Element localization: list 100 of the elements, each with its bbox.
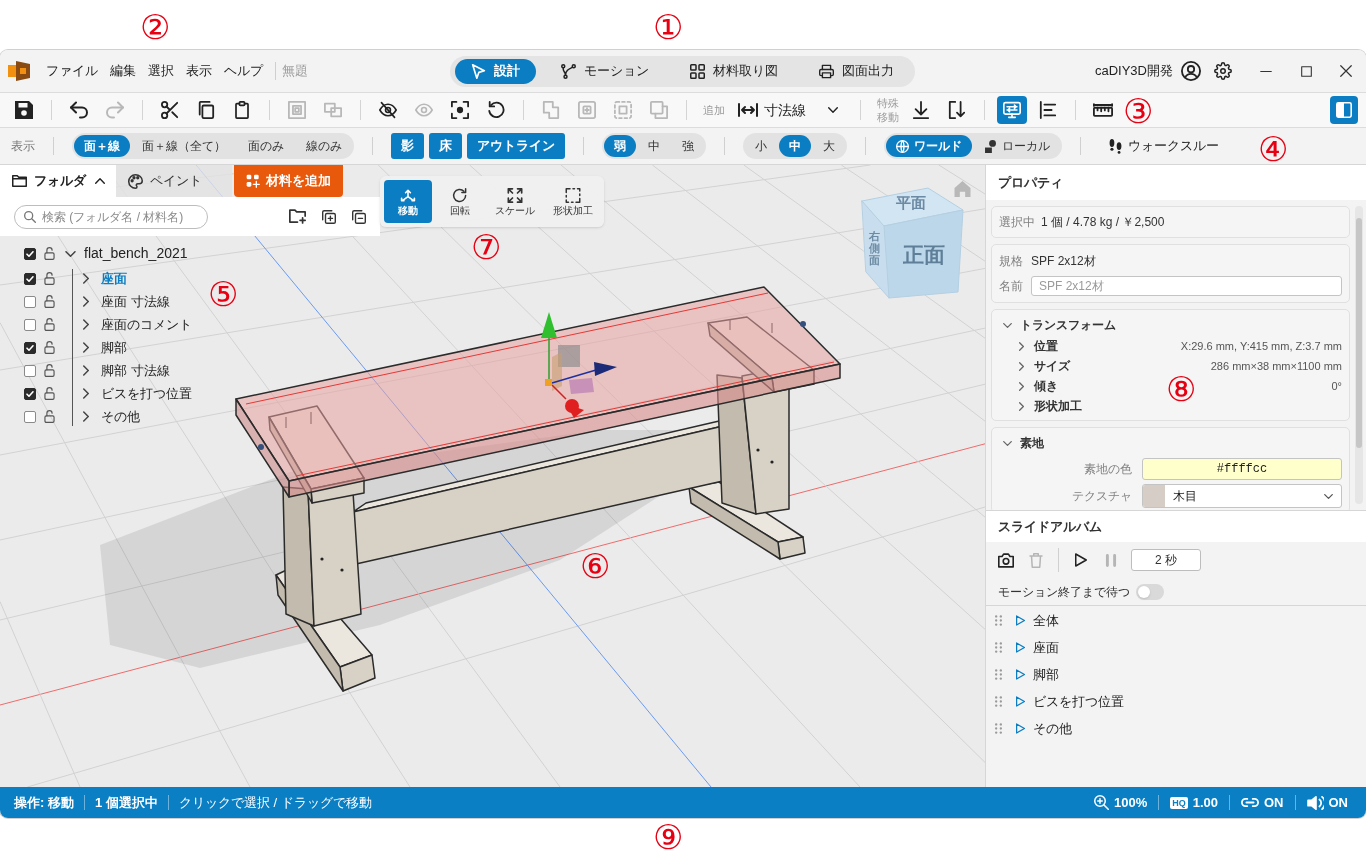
segment-option[interactable]: 小 <box>745 135 777 157</box>
lock-open-icon[interactable] <box>44 247 55 260</box>
lock-open-icon[interactable] <box>44 364 55 377</box>
transform-tool-button[interactable]: 形状加工 <box>546 180 600 223</box>
chevron-down-icon[interactable] <box>65 250 76 257</box>
segment-option[interactable]: 大 <box>813 135 845 157</box>
color-field[interactable]: #ffffcc <box>1142 458 1342 480</box>
visibility-checkbox[interactable] <box>24 410 36 423</box>
slide-item[interactable]: 座面 <box>1033 637 1059 658</box>
chevron-right-icon[interactable] <box>83 365 89 376</box>
segment-option[interactable]: 面のみ <box>238 135 294 157</box>
menu-item[interactable]: ファイル <box>40 58 104 84</box>
texture-select[interactable]: 木目 <box>1142 484 1342 508</box>
tree-item[interactable]: flat_bench_2021 <box>84 243 188 264</box>
slide-item[interactable]: その他 <box>1033 718 1072 739</box>
quality-button[interactable]: HQ 1.00 <box>1170 792 1218 813</box>
caret-up-icon[interactable] <box>95 178 105 184</box>
scrollbar[interactable] <box>1355 206 1363 504</box>
visibility-checkbox[interactable] <box>24 387 36 400</box>
interval-field[interactable]: 2 秒 <box>1131 549 1201 571</box>
segment-option[interactable]: 弱 <box>604 135 636 157</box>
chevron-right-icon[interactable] <box>1019 341 1024 351</box>
tree-item[interactable]: 脚部 寸法線 <box>101 360 170 381</box>
tree-item[interactable]: その他 <box>101 406 140 427</box>
tree-item[interactable]: 脚部 <box>101 337 127 358</box>
property-name[interactable]: 位置 <box>1034 337 1058 355</box>
panel-tab[interactable]: ペイント <box>116 165 232 197</box>
lock-open-icon[interactable] <box>44 387 55 400</box>
chevron-right-icon[interactable] <box>83 411 89 422</box>
panel-tab[interactable]: フォルダ <box>0 165 116 197</box>
visibility-checkbox[interactable] <box>24 364 36 377</box>
slide-item[interactable]: ビスを打つ位置 <box>1033 691 1124 712</box>
lock-open-icon[interactable] <box>44 341 55 354</box>
scrollbar-thumb[interactable] <box>1356 218 1362 448</box>
slide-item[interactable]: 脚部 <box>1033 664 1059 685</box>
transform-tool-button[interactable]: 移動 <box>384 180 432 223</box>
tree-item[interactable]: 座面 寸法線 <box>101 291 170 312</box>
section-title[interactable]: トランスフォーム <box>1020 316 1116 334</box>
lock-open-icon[interactable] <box>44 318 55 331</box>
segment-option[interactable]: ワールド <box>886 135 972 157</box>
play-triangle-icon[interactable] <box>1016 669 1025 680</box>
segment-option[interactable]: 面＋線（全て） <box>132 135 236 157</box>
dimension-button[interactable]: 寸法線 <box>732 96 812 124</box>
play-triangle-icon[interactable] <box>1016 642 1025 653</box>
menu-item[interactable]: 編集 <box>104 58 142 84</box>
visibility-checkbox[interactable] <box>24 295 36 308</box>
segment-option[interactable]: 中 <box>638 135 670 157</box>
visibility-checkbox[interactable] <box>24 247 36 260</box>
visibility-checkbox[interactable] <box>24 318 36 331</box>
move-gizmo[interactable] <box>541 312 617 418</box>
drag-handle-icon[interactable] <box>995 669 1002 680</box>
chevron-right-icon[interactable] <box>83 388 89 399</box>
segment-option[interactable]: 中 <box>779 135 811 157</box>
property-name[interactable]: サイズ <box>1034 357 1070 375</box>
play-triangle-icon[interactable] <box>1016 615 1025 626</box>
walkthrough-button[interactable]: ウォークスルー <box>1099 133 1229 159</box>
mode-tab[interactable]: 図面出力 <box>803 58 910 84</box>
folder-plus-icon[interactable] <box>289 209 306 224</box>
mode-tab[interactable]: 設計 <box>455 58 536 84</box>
toggle-button[interactable]: 影 <box>391 133 424 159</box>
square-minus-icon[interactable] <box>352 209 366 224</box>
drag-handle-icon[interactable] <box>995 642 1002 653</box>
segment-option[interactable]: 面＋線 <box>74 135 130 157</box>
lock-open-icon[interactable] <box>44 272 55 285</box>
mode-tab[interactable]: モーション <box>545 58 665 84</box>
chevron-right-icon[interactable] <box>1019 361 1024 371</box>
toggle-switch[interactable] <box>1136 583 1164 600</box>
chevron-right-icon[interactable] <box>83 319 89 330</box>
menu-item[interactable]: 選択 <box>142 58 180 84</box>
settings-icon[interactable] <box>1214 62 1232 80</box>
drag-handle-icon[interactable] <box>995 696 1002 707</box>
add-material-button[interactable]: 材料を追加 <box>234 165 343 197</box>
tree-item[interactable]: 座面 <box>101 268 127 289</box>
sound-button[interactable]: ON <box>1306 792 1348 813</box>
play-triangle-icon[interactable] <box>1016 723 1025 734</box>
chevron-right-icon[interactable] <box>1019 381 1024 391</box>
property-name[interactable]: 形状加工 <box>1034 397 1082 415</box>
menu-item[interactable]: 表示 <box>180 58 218 84</box>
section-title[interactable]: 素地 <box>1020 434 1044 452</box>
drag-handle-icon[interactable] <box>995 723 1002 734</box>
menu-item[interactable]: ヘルプ <box>218 58 269 84</box>
chevron-down-icon[interactable] <box>1003 322 1012 328</box>
panel-toggle-button[interactable] <box>1330 96 1358 124</box>
transform-tool-button[interactable]: 回転 <box>436 180 484 223</box>
lock-open-icon[interactable] <box>44 295 55 308</box>
bench-model[interactable] <box>235 286 841 692</box>
search-field[interactable]: 検索 (フォルダ名 / 材料名) <box>14 204 208 229</box>
visibility-checkbox[interactable] <box>24 272 36 285</box>
chevron-right-icon[interactable] <box>83 273 89 284</box>
square-plus-icon[interactable] <box>322 209 336 224</box>
chevron-right-icon[interactable] <box>83 342 89 353</box>
chevron-right-icon[interactable] <box>1019 401 1024 411</box>
zoom-button[interactable]: 100% <box>1093 792 1148 813</box>
drag-handle-icon[interactable] <box>995 615 1002 626</box>
segment-option[interactable]: ローカル <box>974 135 1060 157</box>
visibility-checkbox[interactable] <box>24 341 36 354</box>
lock-open-icon[interactable] <box>44 410 55 423</box>
property-name[interactable]: 傾き <box>1034 377 1058 395</box>
tree-item[interactable]: ビスを打つ位置 <box>101 383 192 404</box>
name-field[interactable]: SPF 2x12材 <box>1031 276 1342 296</box>
